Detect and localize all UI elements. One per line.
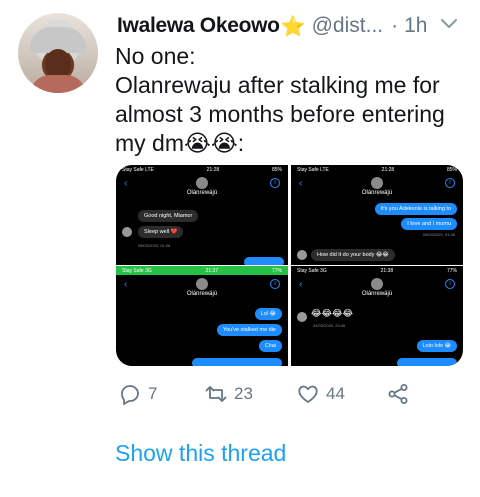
like-count: 44	[326, 384, 345, 403]
share-icon	[388, 384, 408, 404]
author-handle[interactable]: @dist...	[312, 14, 384, 38]
status-time: 21:38	[380, 267, 394, 274]
message-bubble: How did it do your body 😂😂	[311, 249, 395, 261]
avatar[interactable]	[18, 13, 98, 93]
message-timestamp: 05/03/2020, 01:46	[422, 232, 455, 237]
message-bubble: Sleep well ❤️	[138, 226, 184, 238]
message-bubble: You've stalked me die	[216, 324, 282, 336]
caret-down-icon[interactable]	[440, 17, 458, 31]
message-bubble: It's you Adekunle is talking to	[374, 203, 457, 215]
tweet-text: No one: Olanrewaju after stalking me for…	[115, 42, 465, 158]
avatar-shirt	[30, 75, 86, 93]
info-icon: i	[270, 178, 280, 188]
media-grid[interactable]: Stay Safe LTE 21:28 85% ‹ Olánrewájú i G…	[116, 165, 463, 366]
contact-name: Olánrewájú	[361, 190, 393, 196]
carrier-text: Stay Safe LTE	[297, 166, 329, 173]
show-thread-link[interactable]: Show this thread	[115, 440, 286, 467]
tweet-text-line: my dm😭😭:	[115, 130, 245, 156]
retweet-icon	[205, 386, 227, 402]
contact-mini-avatar	[297, 312, 307, 322]
info-icon: i	[270, 279, 280, 289]
like-button[interactable]: 44	[296, 380, 345, 408]
status-time: 21:28	[206, 166, 220, 173]
message-bubble: Chai	[258, 340, 282, 352]
contact-avatar	[196, 177, 208, 189]
message-bubble-partial	[397, 358, 457, 366]
status-bar: Stay Safe LTE 21:28 85%	[116, 165, 288, 174]
info-icon: i	[445, 279, 455, 289]
reply-icon	[121, 385, 139, 405]
message-bubble: Lolo lolo 😂	[416, 340, 457, 352]
back-chevron-icon: ‹	[299, 178, 303, 189]
star-emoji-icon: ⭐	[280, 15, 306, 38]
back-chevron-icon: ‹	[124, 279, 128, 290]
back-chevron-icon: ‹	[124, 178, 128, 189]
status-bar: Stay Safe LTE 21:28 85%	[291, 165, 463, 174]
chat-screenshot[interactable]: Stay Safe LTE 21:28 85% ‹ Olánrewájú i G…	[116, 165, 288, 265]
battery-text: 85%	[446, 166, 457, 173]
separator-dot: ·	[391, 14, 399, 37]
contact-mini-avatar	[122, 227, 132, 237]
status-bar: Stay Safe 3G 21:38 77%	[291, 266, 463, 275]
info-icon: i	[445, 178, 455, 188]
tweet-header: Iwalewa Okeowo ⭐ @dist... · 1h	[117, 12, 427, 40]
message-timestamp: 04/03/2020, 23:46	[313, 323, 346, 328]
battery-text: 77%	[446, 267, 457, 274]
message-bubble: Lol 😂	[254, 308, 282, 320]
message-bubble: Good night, Miamor	[138, 210, 199, 222]
contact-avatar	[196, 278, 208, 290]
contact-name: Olánrewájú	[186, 190, 218, 196]
chat-screenshot[interactable]: Stay Safe LTE 21:28 85% ‹ Olánrewájú i I…	[291, 165, 463, 265]
tweet-text-line: Olanrewaju after stalking me for	[115, 72, 440, 98]
status-time: 21:37	[205, 267, 219, 274]
chat-header: ‹ Olánrewájú i	[116, 174, 288, 198]
status-bar: Stay Safe 3G 21:37 77%	[116, 266, 288, 275]
message-timestamp: 05/03/2020, 01:08	[138, 243, 171, 248]
carrier-text: Stay Safe LTE	[122, 166, 154, 173]
chat-screenshot[interactable]: Stay Safe 3G 21:38 77% ‹ Olánrewájú i 😂😂…	[291, 266, 463, 366]
contact-avatar	[371, 278, 383, 290]
battery-text: 85%	[271, 166, 282, 173]
tweet-text-line: No one:	[115, 43, 196, 69]
tweet-text-line: almost 3 months before entering	[115, 101, 445, 127]
back-chevron-icon: ‹	[299, 279, 303, 290]
share-button[interactable]	[386, 380, 410, 408]
action-bar: 7 23 44	[118, 380, 418, 408]
message-bubble: I love and I mumu	[401, 218, 457, 230]
tweet-timestamp[interactable]: 1h	[404, 14, 427, 38]
battery-text: 77%	[271, 267, 282, 274]
chat-header: ‹ Olánrewájú i	[116, 275, 288, 299]
like-icon	[298, 385, 318, 403]
retweet-count: 23	[234, 384, 253, 403]
contact-avatar	[371, 177, 383, 189]
tweet: Iwalewa Okeowo ⭐ @dist... · 1h No one: O…	[0, 0, 480, 497]
message-bubble-partial	[244, 257, 284, 265]
retweet-button[interactable]: 23	[204, 380, 253, 408]
contact-name: Olánrewájú	[361, 291, 393, 297]
chat-screenshot[interactable]: Stay Safe 3G 21:37 77% ‹ Olánrewájú i Lo…	[116, 266, 288, 366]
carrier-text: Stay Safe 3G	[297, 267, 327, 274]
chat-header: ‹ Olánrewájú i	[291, 275, 463, 299]
chat-header: ‹ Olánrewájú i	[291, 174, 463, 198]
contact-mini-avatar	[297, 250, 307, 260]
reply-count: 7	[148, 384, 158, 403]
message-bubble-partial	[192, 358, 282, 366]
contact-name: Olánrewájú	[186, 291, 218, 297]
reply-button[interactable]: 7	[118, 380, 157, 408]
message-bubble: 😂😂😂😂	[311, 308, 354, 318]
carrier-text: Stay Safe 3G	[122, 267, 152, 274]
author-name[interactable]: Iwalewa Okeowo	[117, 14, 280, 38]
status-time: 21:28	[381, 166, 395, 173]
